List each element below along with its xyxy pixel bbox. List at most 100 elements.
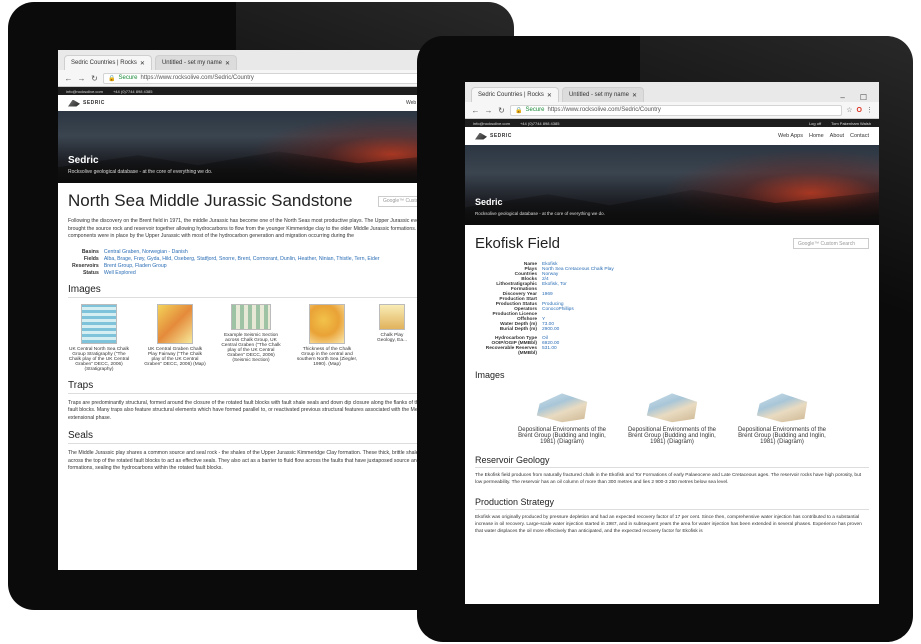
extension-icon[interactable]: O bbox=[857, 107, 862, 114]
thumbnail-image[interactable] bbox=[231, 303, 271, 330]
thumbnail-image[interactable] bbox=[646, 393, 698, 423]
fact-key: Fields bbox=[83, 255, 99, 262]
page-title: North Sea Middle Jurassic Sandstone bbox=[68, 191, 353, 210]
page-title: Ekofisk Field bbox=[475, 235, 561, 252]
gallery-caption: Example Seismic Section across Chalk Gro… bbox=[221, 332, 281, 363]
hero-banner: Sedric Rocksolive geological database - … bbox=[465, 145, 879, 225]
gallery-caption: UK Central Graben Chalk Play Fairway ("T… bbox=[144, 346, 206, 367]
url-text: https://www.rocksolive.com/Sedric/Countr… bbox=[140, 75, 254, 81]
menu-home[interactable]: Home bbox=[809, 133, 824, 139]
thumbnail-image[interactable] bbox=[756, 393, 808, 423]
hero-title: Sedric bbox=[475, 197, 503, 207]
facts-list: Basins Central Graben, Norwegian - Danish… bbox=[72, 249, 448, 276]
thumbnail-image[interactable] bbox=[379, 303, 405, 330]
lock-icon: 🔒 bbox=[515, 107, 523, 114]
site-topbar: info@rocksolive.com +44 (0)7744 898 4385… bbox=[58, 87, 458, 95]
close-icon[interactable]: ✕ bbox=[632, 92, 637, 99]
secure-label: Secure bbox=[525, 107, 545, 113]
gallery-item[interactable]: Depositional Environments of the Brent G… bbox=[512, 390, 612, 445]
site-logo[interactable]: SEDRIC bbox=[68, 99, 105, 107]
fact-value[interactable]: Brent Group, Fladen Group bbox=[104, 263, 448, 269]
close-icon[interactable]: ✕ bbox=[140, 60, 145, 67]
back-icon[interactable]: ← bbox=[471, 106, 480, 115]
site-header: SEDRIC Web Apps Home bbox=[58, 95, 458, 111]
site-menu: Web Apps Home About Contact bbox=[778, 133, 869, 139]
forward-icon[interactable]: → bbox=[484, 106, 493, 115]
seals-text: The Middle Jurassic play shares a common… bbox=[68, 450, 442, 472]
gallery-item[interactable]: Thickness of the Chalk Group in the cent… bbox=[296, 303, 358, 372]
site-logo[interactable]: SEDRIC bbox=[475, 132, 512, 140]
hero-subtitle: Rocksolive geological database - at the … bbox=[68, 169, 213, 175]
browser-tab-sedric[interactable]: Sedric Countries | Rocks ✕ bbox=[64, 55, 152, 70]
production-heading: Production Strategy bbox=[475, 497, 869, 510]
thumbnail-image[interactable] bbox=[536, 393, 588, 423]
gallery-item[interactable]: Chalk Play Geology, Ea... bbox=[372, 303, 412, 372]
gallery-item[interactable]: Depositional Environments of the Brent G… bbox=[732, 390, 832, 445]
close-icon[interactable]: ✕ bbox=[547, 92, 552, 99]
logo-text: SEDRIC bbox=[490, 133, 512, 139]
browser-tab-untitled[interactable]: Untitled - set my name ✕ bbox=[154, 55, 238, 70]
menu-about[interactable]: About bbox=[830, 133, 844, 139]
fact-value: 2900.00 bbox=[542, 327, 560, 332]
fact-key: Burial Depth (m) bbox=[499, 327, 537, 332]
address-bar[interactable]: 🔒 Secure https://www.rocksolive.com/Sedr… bbox=[103, 72, 452, 84]
menu-icon[interactable]: ⋮ bbox=[866, 106, 873, 114]
thumbnail-image[interactable] bbox=[157, 303, 193, 344]
tab-label: Untitled - set my name bbox=[161, 60, 222, 66]
fact-key: Basins bbox=[81, 248, 99, 255]
phone-text: +44 (0)7744 898 4385 bbox=[112, 88, 153, 94]
user-name[interactable]: Tom Pakenham Walsh bbox=[831, 121, 871, 126]
fact-value[interactable]: Alba, Brage, Frøy, Gyda, Hild, Oseberg, … bbox=[104, 256, 448, 262]
fact-key: Status bbox=[82, 269, 99, 276]
address-row: ← → ↻ 🔒 Secure https://www.rocksolive.co… bbox=[58, 70, 458, 86]
logo-text: SEDRIC bbox=[83, 100, 105, 106]
secure-label: Secure bbox=[118, 75, 138, 81]
menu-web-apps[interactable]: Web Apps bbox=[778, 133, 803, 139]
fact-value[interactable]: Well Explored bbox=[104, 270, 448, 276]
thumbnail-image[interactable] bbox=[81, 303, 117, 344]
right-screen: Sedric Countries | Rocks ✕ Untitled - set… bbox=[465, 82, 879, 604]
image-gallery: Depositional Environments of the Brent G… bbox=[475, 390, 869, 445]
gallery-item[interactable]: Example Seismic Section across Chalk Gro… bbox=[220, 303, 282, 372]
tab-label: Sedric Countries | Rocks bbox=[478, 92, 544, 98]
minimize-icon[interactable]: – bbox=[840, 93, 844, 102]
email-link[interactable]: info@rocksolive.com bbox=[473, 121, 510, 126]
maximize-icon[interactable]: ☐ bbox=[860, 93, 867, 102]
reload-icon[interactable]: ↻ bbox=[497, 106, 506, 115]
close-icon[interactable]: ✕ bbox=[225, 60, 230, 67]
tab-bar: Sedric Countries | Rocks ✕ Untitled - set… bbox=[58, 50, 458, 70]
reload-icon[interactable]: ↻ bbox=[90, 74, 99, 83]
star-icon[interactable]: ☆ bbox=[846, 106, 852, 114]
email-link[interactable]: info@rocksolive.com bbox=[66, 89, 103, 94]
fact-value[interactable]: Central Graben, Norwegian - Danish bbox=[104, 249, 448, 255]
logo-mark-icon bbox=[68, 99, 80, 107]
search-input[interactable]: Google™ Custom Search bbox=[793, 238, 869, 249]
browser-tab-untitled[interactable]: Untitled - set my name ✕ bbox=[561, 87, 645, 102]
url-text: https://www.rocksolive.com/Sedric/Countr… bbox=[547, 107, 661, 113]
gallery-item[interactable]: UK Central Graben Chalk Play Fairway ("T… bbox=[144, 303, 206, 372]
browser-chrome: Sedric Countries | Rocks ✕ Untitled - set… bbox=[465, 82, 879, 119]
images-heading: Images bbox=[475, 370, 505, 380]
phone-text: +44 (0)7744 898 4385 bbox=[519, 120, 560, 126]
tab-label: Sedric Countries | Rocks bbox=[71, 60, 137, 66]
hero-title: Sedric bbox=[68, 155, 99, 166]
tab-bar: Sedric Countries | Rocks ✕ Untitled - set… bbox=[465, 82, 879, 102]
images-heading: Images bbox=[68, 284, 448, 298]
facts-list: Name Ekofisk Plays North Sea Cretaceous Ch… bbox=[475, 262, 869, 356]
back-icon[interactable]: ← bbox=[64, 74, 73, 83]
fact-key: Recoverable Reserves (MMBbl) bbox=[485, 346, 537, 356]
menu-contact[interactable]: Contact bbox=[850, 133, 869, 139]
gallery-item[interactable]: UK Central North Sea Chalk Group Stratig… bbox=[68, 303, 130, 372]
fact-value: 531.00 bbox=[542, 346, 557, 351]
reservoir-text: The Ekofisk field produces from naturall… bbox=[475, 473, 862, 485]
hero-subtitle: Rocksolive geological database - at the … bbox=[475, 211, 605, 216]
forward-icon[interactable]: → bbox=[77, 74, 86, 83]
fact-value[interactable]: Ekofisk, Tor bbox=[542, 282, 869, 292]
site-header: SEDRIC Web Apps Home About Contact bbox=[465, 127, 879, 145]
browser-tab-sedric[interactable]: Sedric Countries | Rocks ✕ bbox=[471, 87, 559, 102]
gallery-item[interactable]: Depositional Environments of the Brent G… bbox=[622, 390, 722, 445]
thumbnail-image[interactable] bbox=[309, 303, 345, 344]
address-bar[interactable]: 🔒 Secure https://www.rocksolive.com/Sedr… bbox=[510, 104, 843, 116]
logoff-link[interactable]: Log off bbox=[809, 121, 821, 126]
left-screen: Sedric Countries | Rocks ✕ Untitled - set… bbox=[58, 50, 458, 570]
